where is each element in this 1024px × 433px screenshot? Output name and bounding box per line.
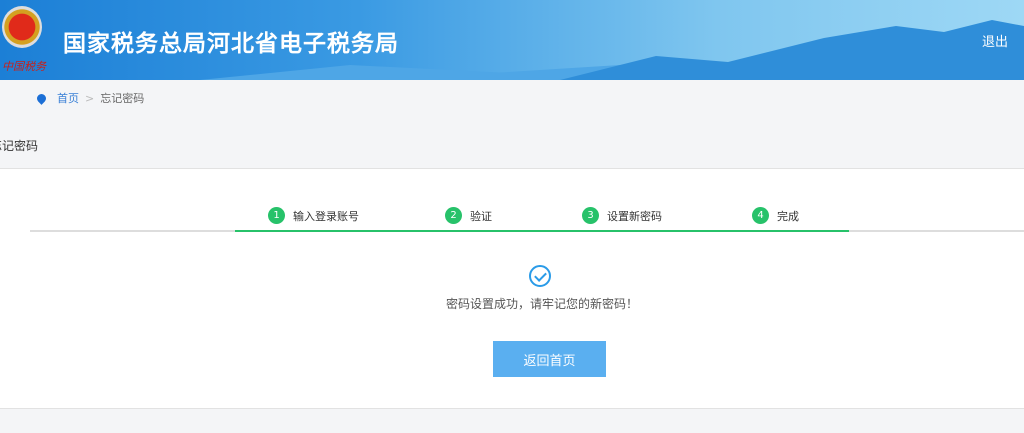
header: 中国税务 国家税务总局河北省电子税务局 退出 <box>0 0 1024 80</box>
success-message: 密码设置成功，请牢记您的新密码！ <box>445 297 638 311</box>
step-3: 3 设置新密码 <box>582 207 662 224</box>
return-home-button[interactable]: 返回首页 <box>493 341 606 377</box>
success-check-icon <box>529 265 551 287</box>
step-number: 3 <box>582 207 599 224</box>
step-label: 完成 <box>777 209 799 223</box>
page-title: 忘记密码 <box>0 139 39 153</box>
step-number: 4 <box>752 207 769 224</box>
breadcrumb-current: 忘记密码 <box>100 92 145 105</box>
step-label: 输入登录账号 <box>293 209 359 223</box>
logout-link[interactable]: 退出 <box>982 31 1008 50</box>
breadcrumb: 首页 > 忘记密码 <box>35 90 145 106</box>
step-number: 1 <box>268 207 285 224</box>
breadcrumb-home-link[interactable]: 首页 <box>57 90 79 106</box>
step-2: 2 验证 <box>445 207 492 224</box>
step-number: 2 <box>445 207 462 224</box>
step-4: 4 完成 <box>752 207 799 224</box>
seal-text: 中国税务 <box>2 60 46 73</box>
step-label: 设置新密码 <box>607 209 662 223</box>
location-pin-icon <box>35 91 48 105</box>
site-title: 国家税务总局河北省电子税务局 <box>63 31 399 57</box>
breadcrumb-separator: > <box>85 91 95 105</box>
step-label: 验证 <box>470 209 492 223</box>
progress-complete-bar <box>235 230 849 232</box>
step-1: 1 输入登录账号 <box>268 207 359 224</box>
great-wall-decoration <box>560 20 1024 80</box>
reset-password-panel: 1 输入登录账号 2 验证 3 设置新密码 4 完成 密码设置成功，请牢记您的新密码！ … <box>0 168 1024 409</box>
tax-emblem-logo <box>2 6 42 48</box>
